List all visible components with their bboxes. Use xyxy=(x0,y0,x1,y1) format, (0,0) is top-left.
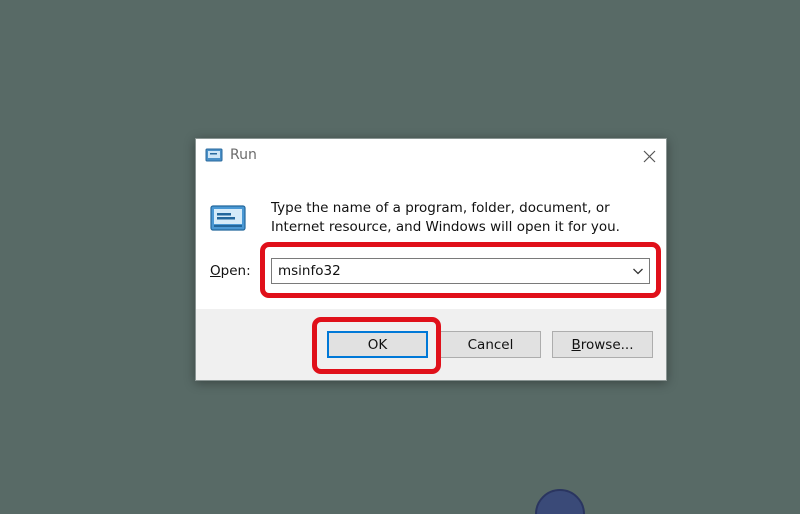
background-logo-icon xyxy=(535,489,585,514)
run-dialog: Run Type the name of a program, folder, … xyxy=(195,138,667,381)
close-button[interactable] xyxy=(632,139,666,173)
button-bar: OK Cancel Browse... xyxy=(196,309,666,380)
browse-label: rowse... xyxy=(580,336,634,353)
browse-accelerator: B xyxy=(571,336,581,353)
browse-button[interactable]: Browse... xyxy=(552,331,653,358)
open-label-accelerator: O xyxy=(210,263,221,279)
title-bar[interactable]: Run xyxy=(196,139,666,173)
open-input[interactable]: msinfo32 xyxy=(278,263,341,279)
open-label: Open: xyxy=(210,263,251,279)
run-icon xyxy=(205,148,223,162)
cancel-button[interactable]: Cancel xyxy=(440,331,541,358)
ok-button[interactable]: OK xyxy=(327,331,428,358)
chevron-down-icon[interactable] xyxy=(632,266,644,276)
close-icon xyxy=(643,150,655,162)
instruction-text: Type the name of a program, folder, docu… xyxy=(271,200,620,235)
open-label-text: pen: xyxy=(220,263,251,279)
open-combobox[interactable]: msinfo32 xyxy=(271,258,650,284)
run-program-icon xyxy=(210,205,246,231)
window-title: Run xyxy=(230,147,257,163)
